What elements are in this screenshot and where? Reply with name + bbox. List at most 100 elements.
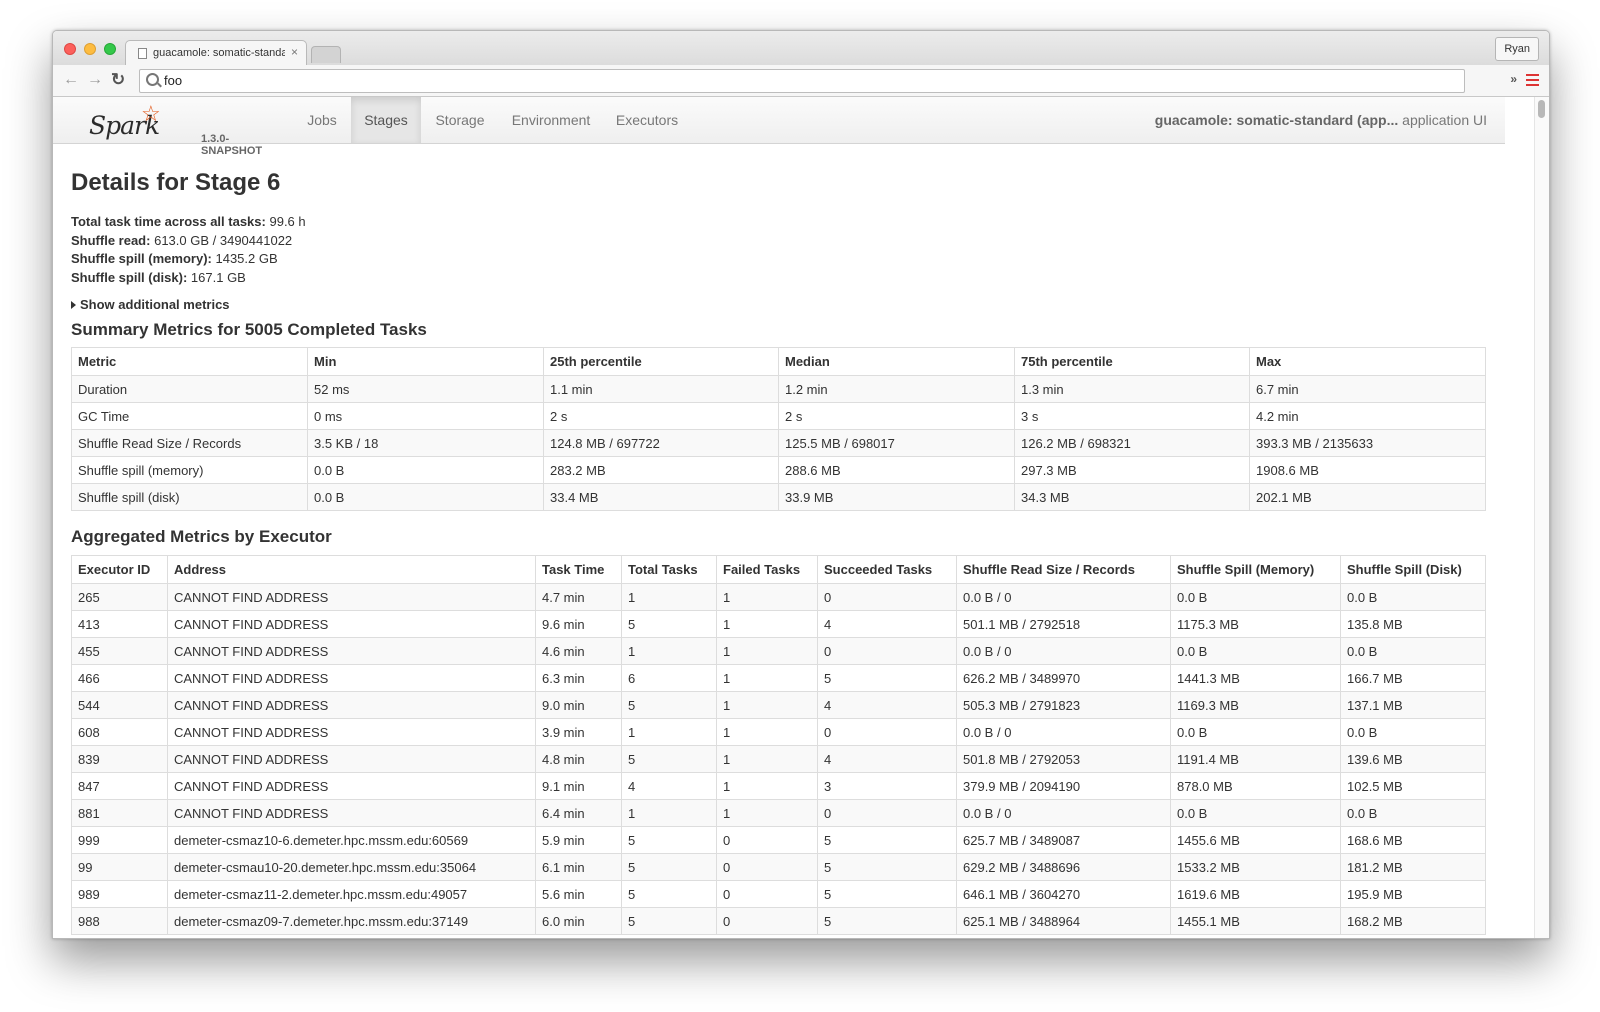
executor-metrics-table: Executor ID Address Task Time Total Tasks Fa… [71,555,1486,935]
close-window-button[interactable] [64,43,76,55]
column-header[interactable]: 25th percentile [543,347,779,376]
table-cell: demeter-csmaz09-7.demeter.hpc.mssm.edu:3… [167,907,536,935]
table-cell: 1.3 min [1014,375,1250,403]
address-bar[interactable]: foo [139,69,1465,93]
table-cell: 6.0 min [535,907,622,935]
table-row: 999 demeter-csmaz10-6.demeter.hpc.mssm.ed… [71,826,1486,854]
back-arrow-icon[interactable]: ← [63,71,79,89]
table-cell: 0.0 B / 0 [956,718,1171,746]
table-cell: 125.5 MB / 698017 [778,429,1015,457]
table-cell: 0 [817,637,957,665]
table-cell: 5.9 min [535,826,622,854]
table-cell: 5 [621,610,717,638]
table-cell: 135.8 MB [1340,610,1486,638]
column-header[interactable]: Shuffle Spill (Memory) [1170,555,1341,584]
show-additional-metrics-link[interactable]: Show additional metrics [71,297,230,312]
table-cell: 0.0 B [1340,718,1486,746]
table-cell: 4 [817,745,957,773]
tab-close-icon[interactable]: × [291,45,298,59]
table-cell: 1169.3 MB [1170,691,1341,719]
table-cell: 4 [817,691,957,719]
table-cell: 168.6 MB [1340,826,1486,854]
table-cell: 1533.2 MB [1170,853,1341,881]
table-cell: 265 [71,583,168,611]
new-tab-button[interactable] [311,46,341,63]
table-row: 608 CANNOT FIND ADDRESS 3.9 min 1 1 0 0.0 B / … [71,718,1486,746]
table-cell: 5 [621,826,717,854]
forward-arrow-icon[interactable]: → [87,71,103,89]
tab-executors[interactable]: Executors [603,97,691,143]
vertical-scrollbar[interactable] [1534,97,1549,938]
table-row: 466 CANNOT FIND ADDRESS 6.3 min 6 1 5 626.2 MB… [71,664,1486,692]
table-cell: demeter-csmaz10-6.demeter.hpc.mssm.edu:6… [167,826,536,854]
column-header[interactable]: Address [167,555,536,584]
table-cell: 5 [621,745,717,773]
column-header[interactable]: Executor ID [71,555,168,584]
column-header[interactable]: Min [307,347,544,376]
column-header[interactable]: Metric [71,347,308,376]
table-row: 544 CANNOT FIND ADDRESS 9.0 min 5 1 4 505.3 MB… [71,691,1486,719]
table-cell: 544 [71,691,168,719]
browser-window: guacamole: somatic-standard × Ryan ← → ↻… [52,30,1550,939]
table-cell: 33.4 MB [543,483,779,511]
table-cell: 1 [621,583,717,611]
table-cell: 413 [71,610,168,638]
table-cell: 4 [621,772,717,800]
table-cell: 5 [817,826,957,854]
table-cell: 3.5 KB / 18 [307,429,544,457]
metric-line: Total task time across all tasks: 99.6 h [71,214,306,229]
column-header[interactable]: Shuffle Read Size / Records [956,555,1171,584]
table-cell: 4.7 min [535,583,622,611]
column-header[interactable]: Shuffle Spill (Disk) [1340,555,1486,584]
tab-environment[interactable]: Environment [499,97,603,143]
table-cell: 847 [71,772,168,800]
tab-stages[interactable]: Stages [351,97,421,143]
table-cell: 1175.3 MB [1170,610,1341,638]
logo-star-icon: ☆ [141,101,161,126]
table-cell: 5 [817,880,957,908]
table-row: 989 demeter-csmaz11-2.demeter.hpc.mssm.ed… [71,880,1486,908]
zoom-window-button[interactable] [104,43,116,55]
tab-jobs[interactable]: Jobs [293,97,351,143]
table-cell: 455 [71,637,168,665]
metric-line: Shuffle spill (disk): 167.1 GB [71,269,246,285]
table-cell: 4.2 min [1249,402,1486,430]
table-row: 847 CANNOT FIND ADDRESS 9.1 min 4 1 3 379.9 MB… [71,772,1486,800]
table-row: 455 CANNOT FIND ADDRESS 4.6 min 1 1 0 0.0 B / … [71,637,1486,665]
column-header[interactable]: 75th percentile [1014,347,1250,376]
table-cell: 6.3 min [535,664,622,692]
table-cell: demeter-csmau10-20.demeter.hpc.mssm.edu:… [167,853,536,881]
table-row: Shuffle spill (disk) 0.0 B 33.4 MB 33.9 MB 3… [71,483,1486,511]
reload-icon[interactable]: ↻ [111,71,125,89]
browser-tab[interactable]: guacamole: somatic-standard × [125,40,307,67]
column-header[interactable]: Median [778,347,1015,376]
column-header[interactable]: Succeeded Tasks [817,555,957,584]
table-cell: 0.0 B / 0 [956,637,1171,665]
minimize-window-button[interactable] [84,43,96,55]
table-cell: Shuffle Read Size / Records [71,429,308,457]
version-label: 1.3.0-SNAPSHOT [201,133,263,157]
column-header[interactable]: Max [1249,347,1486,376]
scrollbar-thumb[interactable] [1538,100,1545,118]
table-cell: 0 [817,583,957,611]
table-cell: 1 [716,799,818,827]
table-cell: 0.0 B [1340,583,1486,611]
table-row: 413 CANNOT FIND ADDRESS 9.6 min 5 1 4 501.1 MB… [71,610,1486,638]
metric-line: Shuffle spill (memory): 1435.2 GB [71,251,278,266]
table-cell: 1.2 min [778,375,1015,403]
column-header[interactable]: Total Tasks [621,555,717,584]
extensions-overflow-icon[interactable]: » [1510,72,1517,86]
browser-menu-icon[interactable] [1526,74,1539,86]
column-header[interactable]: Failed Tasks [716,555,818,584]
table-cell: 288.6 MB [778,456,1015,484]
summary-heading: Summary Metrics for 5005 Completed Tasks [71,320,427,339]
table-cell: 0 [716,853,818,881]
address-text: foo [164,73,183,88]
table-cell: 393.3 MB / 2135633 [1249,429,1486,457]
table-cell: 0 [716,826,818,854]
table-cell: 0.0 B [307,483,544,511]
profile-button[interactable]: Ryan [1495,37,1539,61]
column-header[interactable]: Task Time [535,555,622,584]
tab-storage[interactable]: Storage [421,97,499,143]
table-cell: 195.9 MB [1340,880,1486,908]
